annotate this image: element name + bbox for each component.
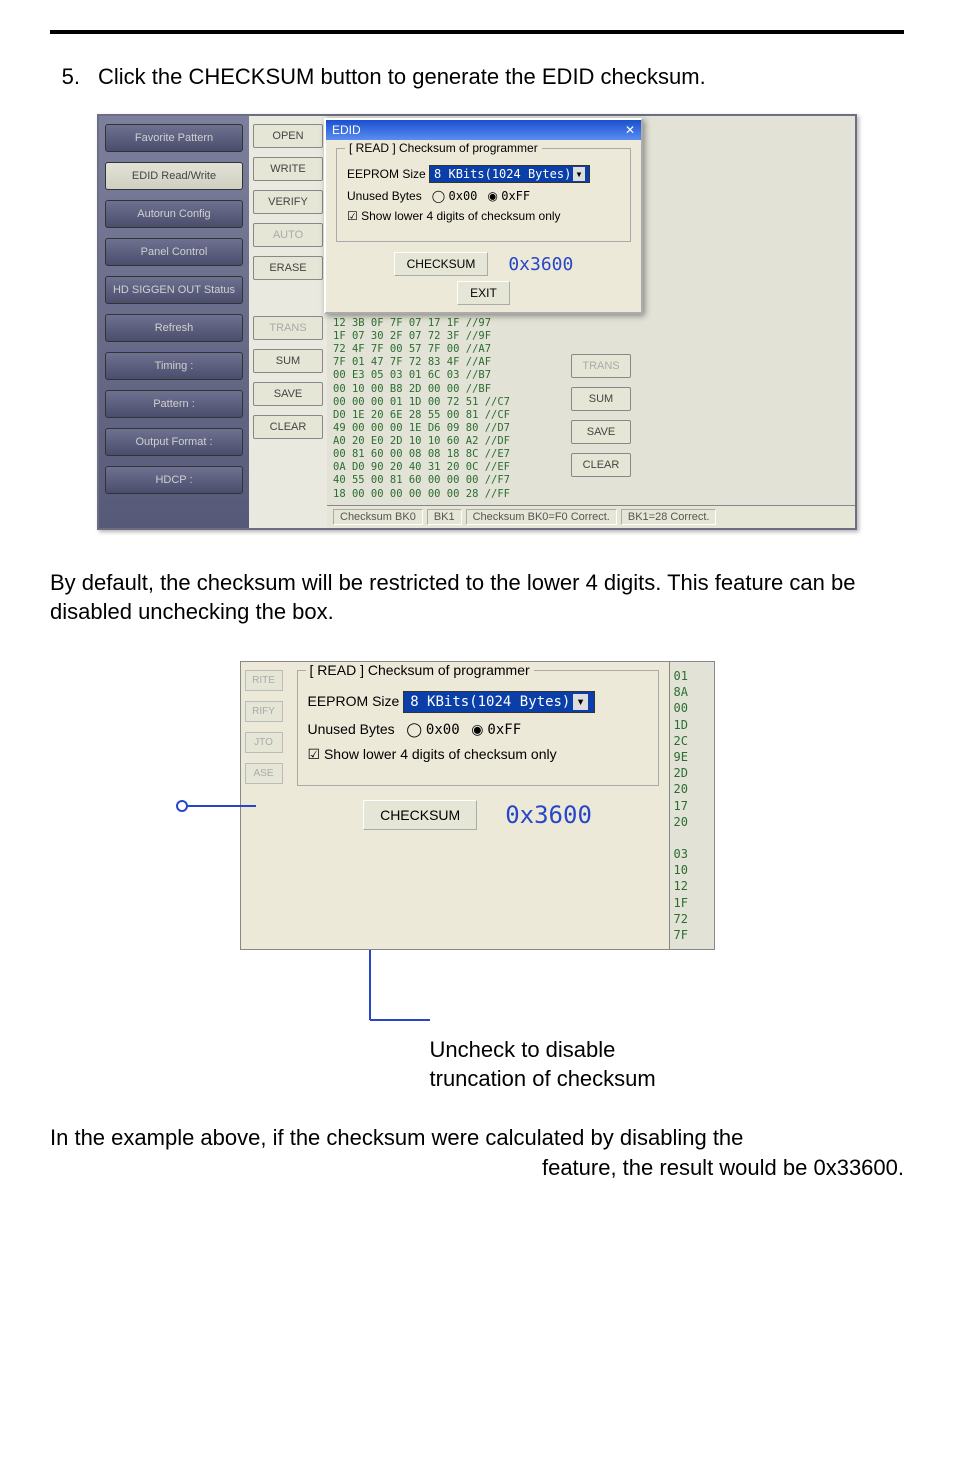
fig2-jto: JTO <box>245 732 283 753</box>
status-bar: Checksum BK0 BK1 Checksum BK0=F0 Correct… <box>327 505 855 528</box>
app-window: Favorite Pattern EDID Read/Write Autorun… <box>97 114 857 530</box>
fig2-eeprom-combo[interactable]: 8 KBits(1024 Bytes)▾ <box>403 691 595 713</box>
dialog-right-buttons: TRANS SUM SAVE CLEAR <box>571 354 631 477</box>
erase-button[interactable]: ERASE <box>253 256 323 280</box>
paragraph-2a: In the example above, if the checksum we… <box>50 1123 904 1153</box>
sidebar: Favorite Pattern EDID Read/Write Autorun… <box>99 116 249 528</box>
fig2-opt2: 0xFF <box>487 722 521 738</box>
opt1: 0x00 <box>449 189 478 203</box>
status-d: BK1=28 Correct. <box>621 509 717 525</box>
write-button[interactable]: WRITE <box>253 157 323 181</box>
eeprom-label: EEPROM Size <box>347 167 426 181</box>
dlg-clear-button[interactable]: CLEAR <box>571 453 631 477</box>
fig2-checksum-value: 0x3600 <box>505 801 592 829</box>
sidebar-item-refresh[interactable]: Refresh <box>105 314 243 342</box>
paragraph-1: By default, the checksum will be restric… <box>50 568 904 627</box>
close-icon[interactable]: ✕ <box>625 123 635 137</box>
dlg-save-button[interactable]: SAVE <box>571 420 631 444</box>
fig2-radio-0xff[interactable]: ◉ 0xFF <box>471 721 521 737</box>
checksum-row: CHECKSUM 0x3600 <box>336 252 631 276</box>
fig2-eeprom-row: EEPROM Size 8 KBits(1024 Bytes)▾ <box>308 691 648 713</box>
eeprom-value: 8 KBits(1024 Bytes) <box>434 167 571 181</box>
fig2-eeprom-value: 8 KBits(1024 Bytes) <box>410 694 570 710</box>
status-a: Checksum BK0 <box>333 509 423 525</box>
clear-button[interactable]: CLEAR <box>253 415 323 439</box>
radio-0x00[interactable]: ◯ 0x00 <box>432 189 478 203</box>
sidebar-item-favorite[interactable]: Favorite Pattern <box>105 124 243 152</box>
mid-button-col: OPEN WRITE VERIFY AUTO ERASE TRANS SUM S… <box>249 116 327 528</box>
checksum-dialog: EDID ✕ [ READ ] Checksum of programmer E… <box>324 118 643 314</box>
exit-button[interactable]: EXIT <box>457 281 510 305</box>
fig2-radio-0x00[interactable]: ◯ 0x00 <box>406 721 459 737</box>
verify-button[interactable]: VERIFY <box>253 190 323 214</box>
sidebar-item-siggen[interactable]: HD SIGGEN OUT Status <box>105 276 243 304</box>
sum-button[interactable]: SUM <box>253 349 323 373</box>
fig2-rify: RIFY <box>245 701 283 722</box>
status-b: BK1 <box>427 509 462 525</box>
checksum-value: 0x3600 <box>508 254 573 275</box>
pointer-line <box>176 799 256 818</box>
unused-row: Unused Bytes ◯ 0x00 ◉ 0xFF <box>347 189 620 203</box>
chevron-down-icon: ▾ <box>573 167 584 181</box>
step-row: 5. Click the CHECKSUM button to generate… <box>50 64 904 90</box>
step-text: Click the CHECKSUM button to generate th… <box>98 64 706 90</box>
lower4-label: Show lower 4 digits of checksum only <box>361 209 560 223</box>
open-button[interactable]: OPEN <box>253 124 323 148</box>
fig2-opt1: 0x00 <box>426 722 460 738</box>
fig2-eeprom-label: EEPROM Size <box>308 693 400 709</box>
checksum-button[interactable]: CHECKSUM <box>394 252 489 276</box>
fig2-hexcol: 01 8A 00 1D 2C 9E 2D 20 17 20 03 10 12 1… <box>669 662 714 949</box>
chevron-down-icon: ▾ <box>573 694 587 710</box>
group-legend: [ READ ] Checksum of programmer <box>345 141 542 155</box>
dlg-sum-button[interactable]: SUM <box>571 387 631 411</box>
top-rule <box>50 30 904 34</box>
fig2-lower4-row: ☑ Show lower 4 digits of checksum only <box>308 746 648 763</box>
figure-2: RITE RIFY JTO ASE [ READ ] Checksum of p… <box>240 661 715 1093</box>
caption-line1: Uncheck to disable <box>430 1036 715 1065</box>
fig2-unused-row: Unused Bytes ◯ 0x00 ◉ 0xFF <box>308 721 648 738</box>
fig2-lower4-checkbox[interactable]: ☑ <box>308 746 321 762</box>
sidebar-item-autorun[interactable]: Autorun Config <box>105 200 243 228</box>
lower4-checkbox[interactable]: ☑ <box>347 209 358 223</box>
sidebar-item-hdcp[interactable]: HDCP : <box>105 466 243 494</box>
fig2-group: [ READ ] Checksum of programmer EEPROM S… <box>297 670 659 786</box>
fig2-checksum-row: CHECKSUM 0x3600 <box>297 800 659 830</box>
step-number: 5. <box>50 64 80 90</box>
eeprom-combo[interactable]: 8 KBits(1024 Bytes)▾ <box>429 165 590 183</box>
unused-label: Unused Bytes <box>347 189 422 203</box>
sidebar-item-pattern[interactable]: Pattern : <box>105 390 243 418</box>
fig2-lower4-label: Show lower 4 digits of checksum only <box>324 746 557 762</box>
eeprom-row: EEPROM Size 8 KBits(1024 Bytes)▾ <box>347 165 620 183</box>
sidebar-item-panel[interactable]: Panel Control <box>105 238 243 266</box>
save-button[interactable]: SAVE <box>253 382 323 406</box>
sidebar-item-edid[interactable]: EDID Read/Write <box>105 162 243 190</box>
radio-0xff[interactable]: ◉ 0xFF <box>487 189 530 203</box>
fig2-ase: ASE <box>245 763 283 784</box>
fig2-legend: [ READ ] Checksum of programmer <box>306 662 534 678</box>
dlg-trans-button[interactable]: TRANS <box>571 354 631 378</box>
elbow-connector <box>360 950 715 1040</box>
sidebar-item-timing[interactable]: Timing : <box>105 352 243 380</box>
spacer <box>253 289 323 307</box>
status-c: Checksum BK0=F0 Correct. <box>466 509 617 525</box>
auto-button[interactable]: AUTO <box>253 223 323 247</box>
caption-line2: truncation of checksum <box>430 1065 715 1094</box>
dialog-title: EDID <box>332 123 361 137</box>
read-group: [ READ ] Checksum of programmer EEPROM S… <box>336 148 631 242</box>
sidebar-item-output[interactable]: Output Format : <box>105 428 243 456</box>
figure-1: Favorite Pattern EDID Read/Write Autorun… <box>97 114 857 530</box>
trans-button[interactable]: TRANS <box>253 316 323 340</box>
fig2-checksum-button[interactable]: CHECKSUM <box>363 800 477 830</box>
figure-2-caption: Uncheck to disable truncation of checksu… <box>430 1036 715 1093</box>
lower4-row: ☑ Show lower 4 digits of checksum only <box>347 209 620 223</box>
fig2-rite: RITE <box>245 670 283 691</box>
fig2-unused-label: Unused Bytes <box>308 721 395 737</box>
paragraph-2b: feature, the result would be 0x33600. <box>50 1153 904 1183</box>
opt2: 0xFF <box>501 189 530 203</box>
dialog-titlebar: EDID ✕ <box>326 120 641 140</box>
